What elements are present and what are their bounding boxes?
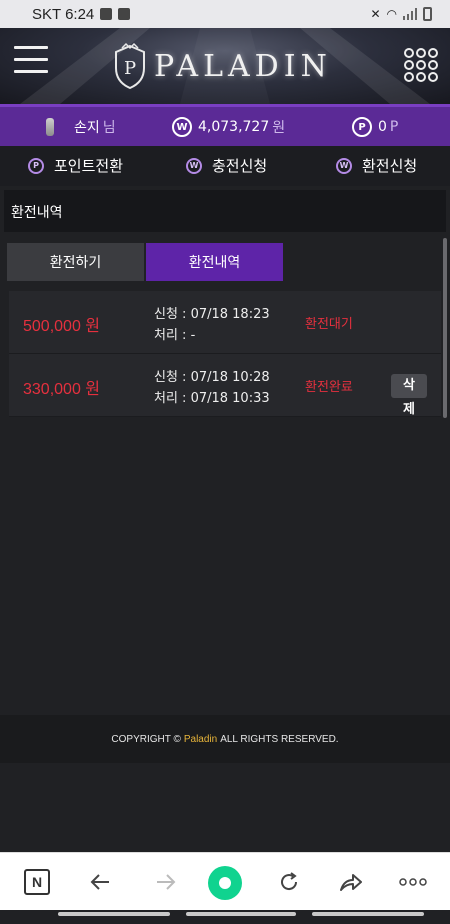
user-suffix: 님 [102,120,116,136]
requested-time: 신청 : 07/18 18:23 [154,307,270,322]
delete-button-label-2[interactable]: 제 [391,398,427,417]
naver-home-button[interactable]: N [22,867,52,897]
cash-balance: W 4,073,727 원 [172,117,285,137]
nav-point-convert-label: 포인트전환 [54,157,124,175]
point-balance: P 0 P [352,117,398,137]
cash-unit: 원 [272,120,286,136]
delete-button[interactable]: 삭 [391,374,427,398]
exchange-icon: W [336,157,352,174]
charge-icon: W [186,157,202,174]
status-label: 환전완료 [305,380,353,395]
gesture-bar-left [58,912,170,916]
signal-icon [403,8,417,20]
refresh-button[interactable] [274,867,304,897]
point-amount: 0 [378,119,387,135]
cash-amount: 4,073,727 [198,119,270,135]
back-arrow-icon [90,874,109,890]
gesture-bar-right [312,912,424,916]
n-icon: N [24,869,50,895]
point-unit: P [389,119,399,135]
nav-point-convert[interactable]: P 포인트전환 [28,155,123,176]
green-home-button[interactable] [207,865,243,901]
site-header: P PALADIN [0,28,450,104]
notification-check-icon [118,8,131,20]
carrier-time: SKT 6:24 [32,5,95,23]
browser-toolbar: N [0,852,450,910]
site-logo[interactable]: P PALADIN [110,38,350,94]
share-button[interactable] [336,867,366,897]
more-dots-icon [399,878,427,886]
forward-button[interactable] [150,867,180,897]
green-dot-icon [208,866,242,900]
apps-grid-icon[interactable] [404,48,438,82]
mute-icon: ✕ [370,7,381,21]
gesture-bar-center [186,912,296,916]
point-coin-icon: P [352,117,372,137]
list-item: 330,000 원 신청 : 07/18 10:28 처리 : 07/18 10… [9,354,441,417]
copyright-prefix: COPYRIGHT © [111,733,181,745]
nav-charge-request-label: 충전신청 [212,157,268,175]
exchange-history-list: 500,000 원 신청 : 07/18 18:23 처리 : - 환전대기 3… [9,291,441,417]
notification-bag-icon [100,8,113,20]
amount: 500,000 원 [23,318,101,335]
battery-icon [423,7,432,21]
amount: 330,000 원 [23,381,101,398]
logo-text: PALADIN [154,48,332,84]
nav-exchange-request-label: 환전신청 [362,157,418,175]
copyright-brand: Paladin [183,733,218,745]
copyright-footer: COPYRIGHT © Paladin ALL RIGHTS RESERVED. [0,715,450,763]
tab-history[interactable]: 환전내역 [146,243,283,281]
user-name: 손지 [74,120,100,136]
back-button[interactable] [86,867,116,897]
crest-letter: P [124,58,136,79]
point-convert-icon: P [28,157,44,174]
nav-exchange-request[interactable]: W 환전신청 [336,155,417,176]
list-item: 500,000 원 신청 : 07/18 18:23 처리 : - 환전대기 [9,291,441,354]
processed-time: 처리 : - [154,328,196,343]
copyright-suffix: ALL RIGHTS RESERVED. [220,733,339,745]
more-button[interactable] [398,867,428,897]
scrollbar[interactable] [443,238,447,418]
forward-arrow-icon [157,874,176,890]
nav-charge-request[interactable]: W 충전신청 [186,155,267,176]
status-bar: SKT 6:24 ✕ ◠ [0,0,450,28]
requested-time: 신청 : 07/18 10:28 [154,370,270,385]
user-info: 손지 님 [46,117,116,137]
quick-nav: P 포인트전환 W 충전신청 W 환전신청 [0,146,450,186]
tab-exchange[interactable]: 환전하기 [7,243,144,281]
wifi-icon: ◠ [386,7,397,21]
account-info-bar: 손지 님 W 4,073,727 원 P 0 P [0,104,450,146]
page-title: 환전내역 [4,190,446,232]
won-coin-icon: W [172,117,192,137]
crest-icon: P [115,42,145,90]
share-icon [340,874,362,891]
status-label: 환전대기 [305,317,353,332]
menu-hamburger-icon[interactable] [14,46,48,78]
refresh-icon [281,872,298,891]
user-device-icon [46,118,54,136]
processed-time: 처리 : 07/18 10:33 [154,391,270,406]
